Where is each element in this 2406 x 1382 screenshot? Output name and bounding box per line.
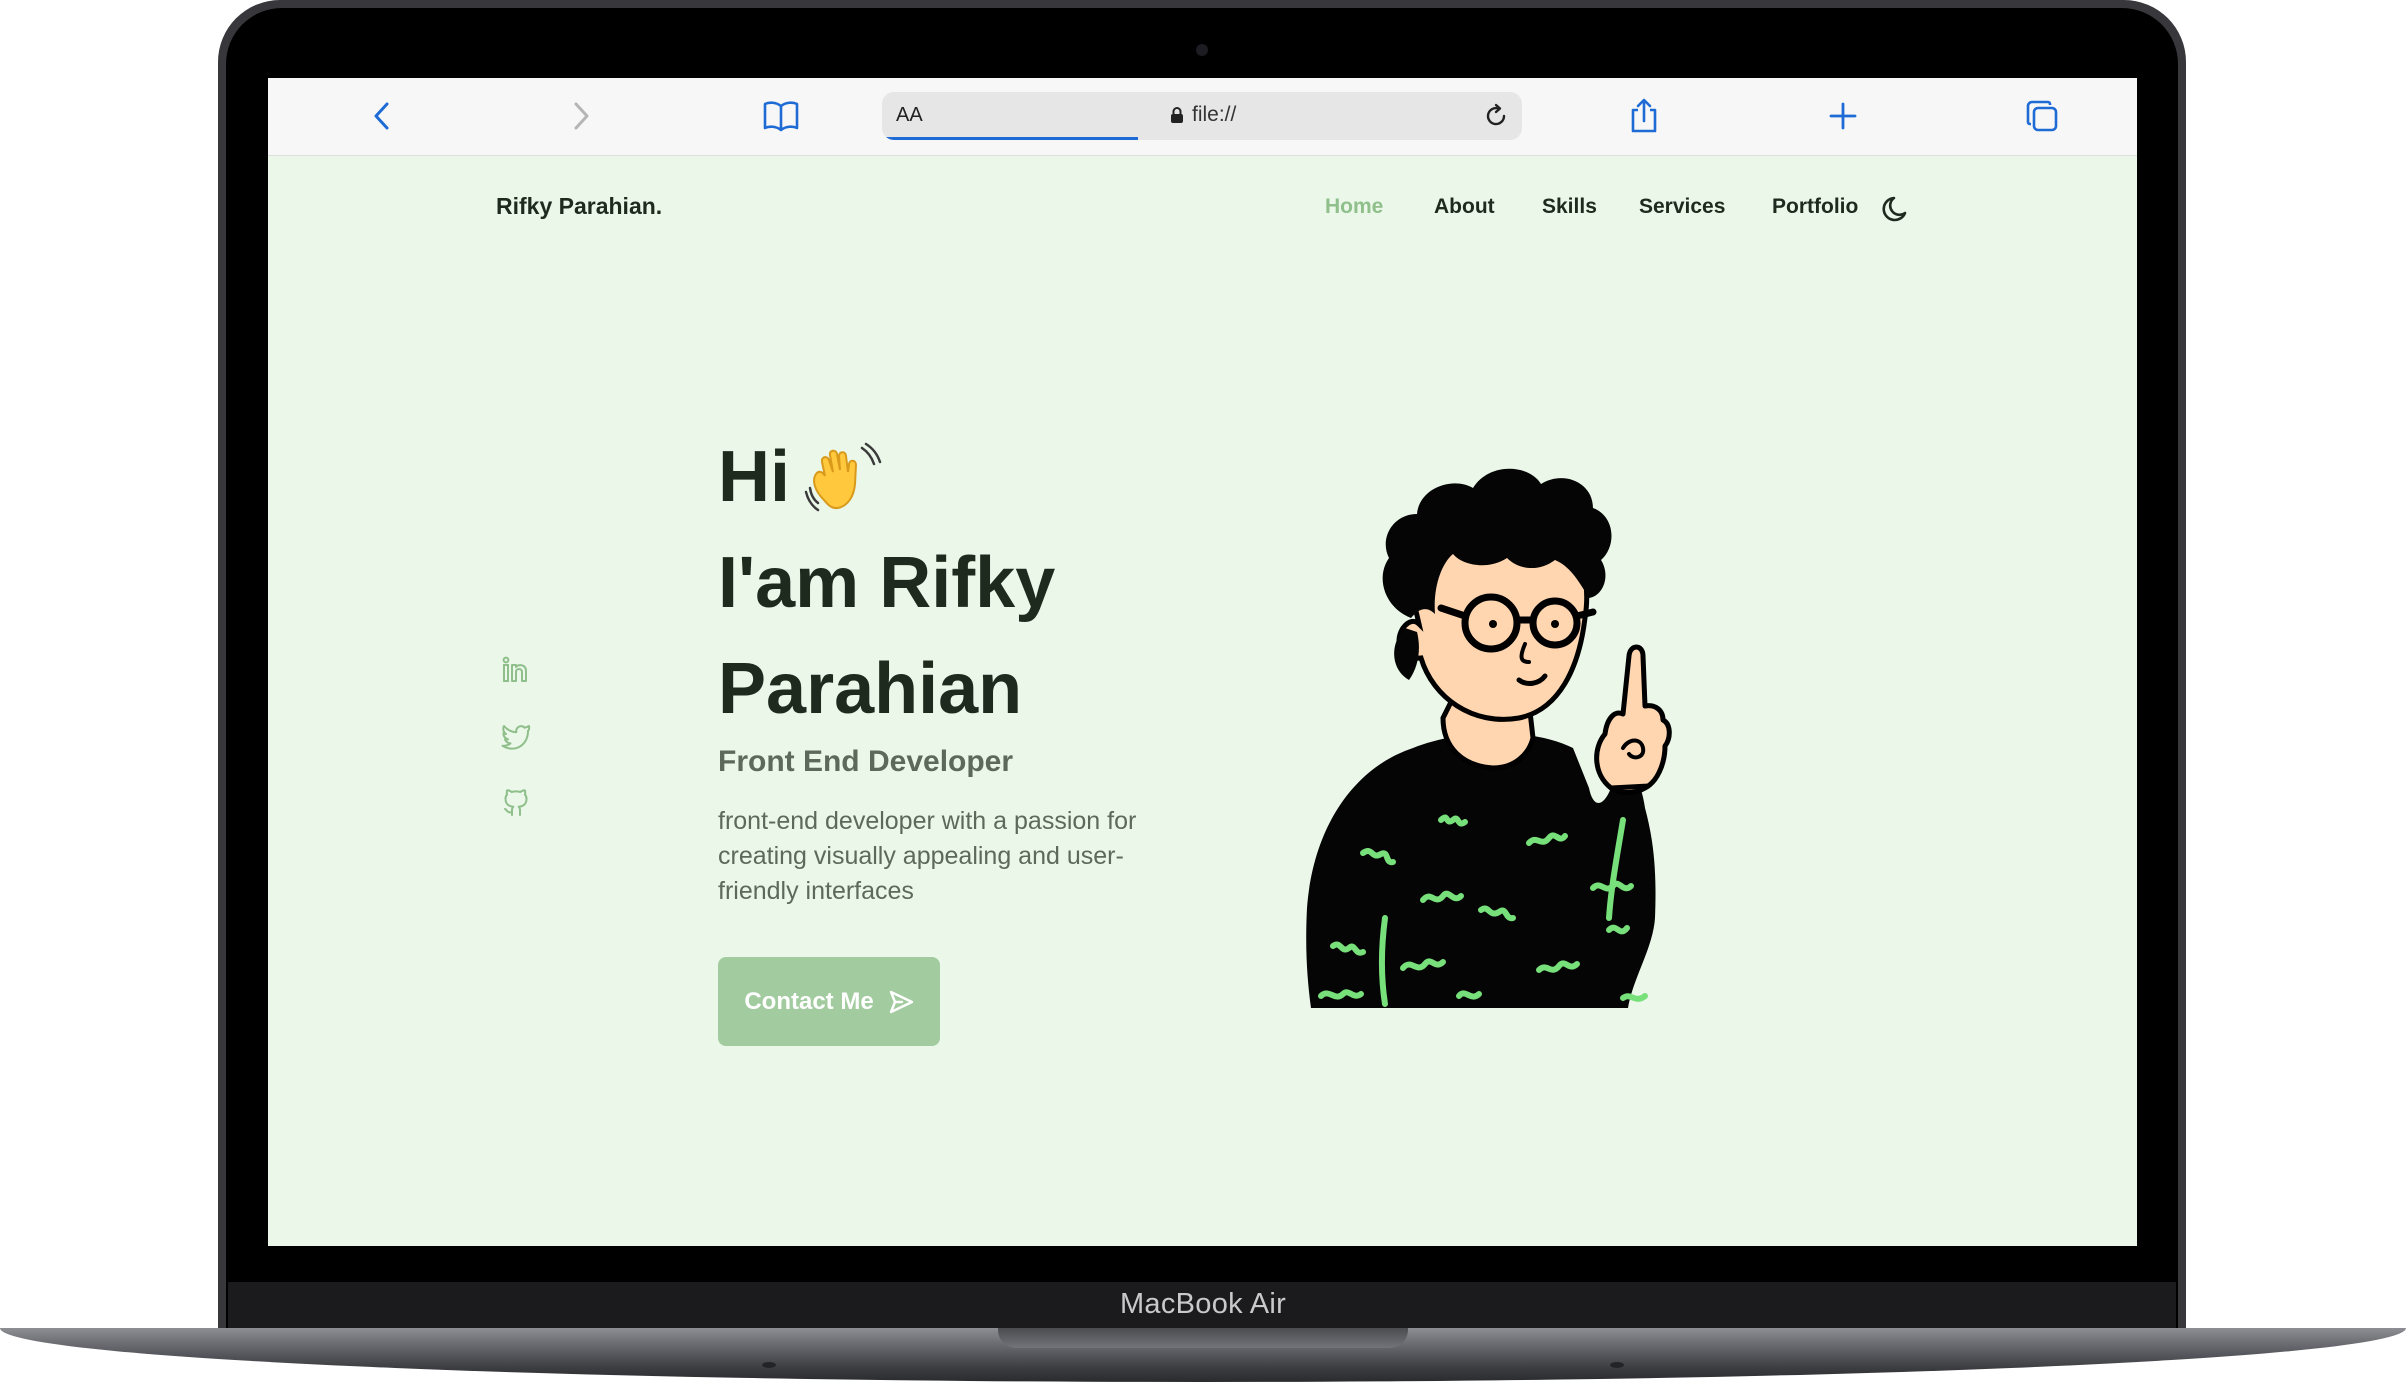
nav-home[interactable]: Home	[1325, 195, 1383, 219]
page-load-progress	[882, 137, 1138, 140]
reload-button[interactable]	[1478, 98, 1514, 134]
theme-toggle-button[interactable]	[1880, 192, 1914, 226]
linkedin-icon	[502, 656, 527, 682]
site-logo[interactable]: Rifky Parahian.	[496, 193, 662, 220]
github-icon	[504, 789, 528, 816]
twitter-icon	[501, 725, 531, 750]
waving-hand-icon	[802, 440, 882, 525]
reader-aa-button[interactable]: AA	[896, 104, 923, 127]
browser-toolbar: AA file://	[268, 78, 2137, 156]
tabs-overview-button[interactable]	[2022, 96, 2062, 136]
hero-name-line1: I'am Rifky	[718, 543, 1056, 623]
reload-icon	[1486, 103, 1506, 126]
contact-me-button[interactable]: Contact Me	[718, 957, 940, 1046]
hero-name-line2: Parahian	[718, 649, 1023, 729]
back-icon	[374, 102, 389, 130]
forward-button[interactable]	[561, 96, 601, 136]
nav-skills[interactable]: Skills	[1542, 195, 1597, 219]
laptop-foot	[762, 1362, 776, 1368]
new-tab-button[interactable]	[1823, 96, 1863, 136]
hero-greeting: Hi	[718, 437, 790, 517]
address-bar[interactable]: AA file://	[882, 92, 1522, 140]
camera	[1196, 44, 1208, 56]
laptop-foot	[1610, 1362, 1624, 1368]
nav-about[interactable]: About	[1434, 195, 1495, 219]
forward-icon	[574, 102, 589, 130]
bookmarks-button[interactable]	[761, 96, 801, 136]
share-button[interactable]	[1624, 96, 1664, 136]
device-label: MacBook Air	[1119, 1288, 1287, 1320]
share-icon	[1631, 98, 1657, 133]
back-button[interactable]	[362, 96, 402, 136]
tabs-icon	[2026, 100, 2058, 132]
bookmarks-icon	[763, 101, 799, 132]
moon-icon	[1882, 196, 1907, 222]
hero-description: front-end developer with a passion for c…	[718, 807, 1137, 905]
twitter-link[interactable]	[500, 720, 532, 752]
lock-icon	[1171, 107, 1183, 123]
developer-illustration	[1306, 468, 1672, 1008]
nav-services[interactable]: Services	[1639, 195, 1725, 219]
send-icon	[889, 990, 913, 1013]
screen: AA file:// Rifky Parahian. Home About Sk…	[268, 78, 2137, 1246]
url-text: file://	[1192, 103, 1237, 126]
github-link[interactable]	[500, 786, 532, 818]
hero-role: Front End Developer	[718, 745, 1014, 778]
contact-me-label: Contact Me	[744, 987, 874, 1015]
new-tab-icon	[1829, 102, 1857, 130]
address-url: file://	[1170, 103, 1236, 127]
linkedin-link[interactable]	[500, 654, 532, 686]
nav-portfolio[interactable]: Portfolio	[1772, 195, 1858, 219]
laptop-hinge-notch	[998, 1328, 1408, 1348]
